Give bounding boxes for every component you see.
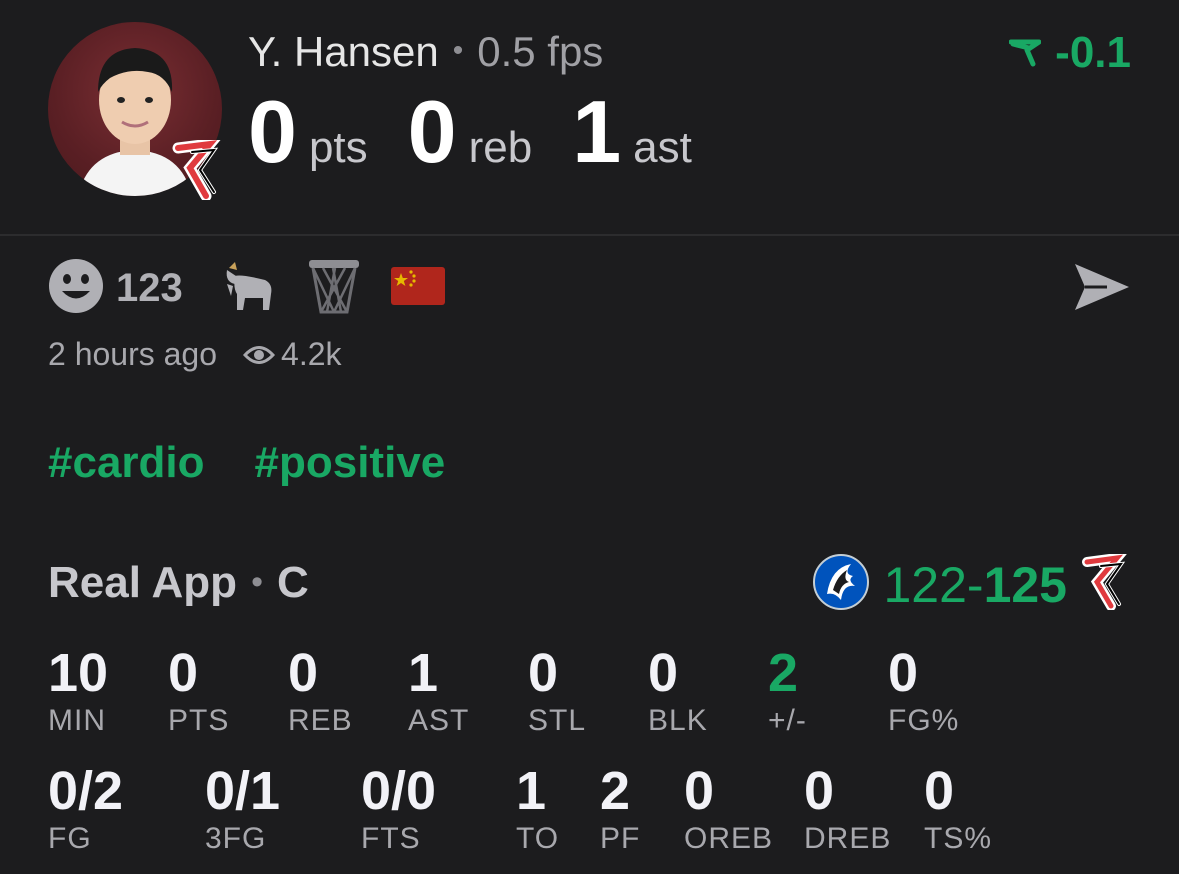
tag-cardio[interactable]: #cardio (48, 438, 205, 488)
stat-label: MIN (48, 704, 106, 737)
stat-reb: 0 REB (288, 646, 353, 738)
stat-min: 10 MIN (48, 646, 108, 738)
divider (0, 234, 1179, 236)
blazers-logo-icon (170, 136, 226, 202)
share-send-icon[interactable] (1073, 262, 1131, 317)
stat-stl: 0 STL (528, 646, 586, 738)
smile-icon[interactable] (48, 258, 104, 319)
stat-ast: 1 AST (408, 646, 469, 738)
tag-positive[interactable]: #positive (255, 438, 446, 488)
stat-value: 0/0 (361, 761, 437, 821)
post-meta: 2 hours ago 4.2k (48, 336, 342, 373)
stat-fg-pct: 0 FG% (888, 646, 959, 738)
stat-label: +/- (768, 704, 807, 737)
stat-label: OREB (684, 822, 774, 855)
separator-dot: • (452, 34, 464, 67)
goat-icon[interactable] (221, 258, 277, 319)
big-stat-pts-unit: pts (308, 123, 368, 172)
stat-fts: 0/0 FTS (361, 764, 436, 856)
stat-label: 3FG (205, 822, 267, 855)
stat-value: 1 (408, 643, 439, 703)
stat-value: 2 (768, 643, 799, 703)
stat-label: DREB (804, 822, 892, 855)
stat-value: 2 (600, 761, 631, 821)
score-text: 122-125 (883, 556, 1067, 614)
stat-to: 1 TO (516, 764, 559, 856)
player-name[interactable]: Y. Hansen (248, 28, 439, 75)
view-count-value: 4.2k (281, 336, 342, 372)
stat-pf: 2 PF (600, 764, 640, 856)
stat-oreb: 0 OREB (684, 764, 773, 856)
rating-badge[interactable]: -0.1 (1009, 28, 1131, 78)
away-score: 122 (883, 556, 967, 613)
stat-value: 0 (684, 761, 715, 821)
stat-value: 1 (516, 761, 547, 821)
stat-label: FG% (888, 704, 960, 737)
big-stat-ast-value: 1 (572, 82, 622, 181)
stat-label: TO (516, 822, 560, 855)
eye-icon (243, 345, 276, 364)
stat-value: 0 (888, 643, 919, 703)
stat-value: 0 (168, 643, 199, 703)
tag-list: #cardio #positive (48, 438, 445, 488)
big-stat-reb-value: 0 (407, 82, 457, 181)
rating-value: -0.1 (1055, 28, 1131, 77)
stat-label: FG (48, 822, 92, 855)
stat-value: 0 (288, 643, 319, 703)
big-stat-reb-unit: reb (468, 123, 533, 172)
basketball-net-icon[interactable] (307, 258, 361, 319)
rating-vote-icon (1009, 39, 1042, 67)
stat-label: PF (600, 822, 641, 855)
china-flag-icon[interactable] (390, 267, 445, 310)
stat-3fg: 0/1 3FG (205, 764, 280, 856)
headline-stats: 0 pts 0 reb 1 ast (248, 88, 732, 176)
stat-label: TS% (924, 822, 993, 855)
big-stat-pts-value: 0 (248, 82, 297, 181)
stat-label: PTS (168, 704, 230, 737)
stat-value: 10 (48, 643, 109, 703)
player-header: Y. Hansen • 0.5 fps (248, 28, 603, 76)
source-app: Real App (48, 558, 238, 607)
reactions-row: 123 (48, 258, 445, 319)
blazers-logo-icon (1081, 551, 1130, 615)
stat-value: 0/1 (205, 761, 281, 821)
stat-value: 0 (648, 643, 679, 703)
stat-dreb: 0 DREB (804, 764, 891, 856)
stat-blk: 0 BLK (648, 646, 708, 738)
mavericks-logo-icon (813, 554, 870, 615)
fps-value: 0.5 fps (477, 28, 604, 75)
stat-label: REB (288, 704, 353, 737)
score-separator: - (966, 556, 984, 613)
stat-value: 0 (804, 761, 835, 821)
home-score: 125 (983, 556, 1067, 613)
view-count: 4.2k (243, 336, 342, 373)
stat-label: STL (528, 704, 587, 737)
big-stat-ast-unit: ast (633, 123, 692, 172)
stat-label: AST (408, 704, 470, 737)
stat-fg: 0/2 FG (48, 764, 123, 856)
player-position: C (276, 558, 309, 607)
game-source: Real App • C (48, 558, 309, 608)
post-time: 2 hours ago (48, 336, 218, 372)
stat-pts: 0 PTS (168, 646, 229, 738)
game-score[interactable]: 122-125 (813, 551, 1130, 615)
stat-value: 0 (924, 761, 955, 821)
stat-label: BLK (648, 704, 708, 737)
stat-plus-minus: 2 +/- (768, 646, 807, 738)
stat-ts-pct: 0 TS% (924, 764, 992, 856)
reaction-count: 123 (116, 266, 183, 310)
separator-dot: • (251, 563, 263, 601)
stat-value: 0/2 (48, 761, 124, 821)
stat-label: FTS (361, 822, 421, 855)
stat-value: 0 (528, 643, 559, 703)
